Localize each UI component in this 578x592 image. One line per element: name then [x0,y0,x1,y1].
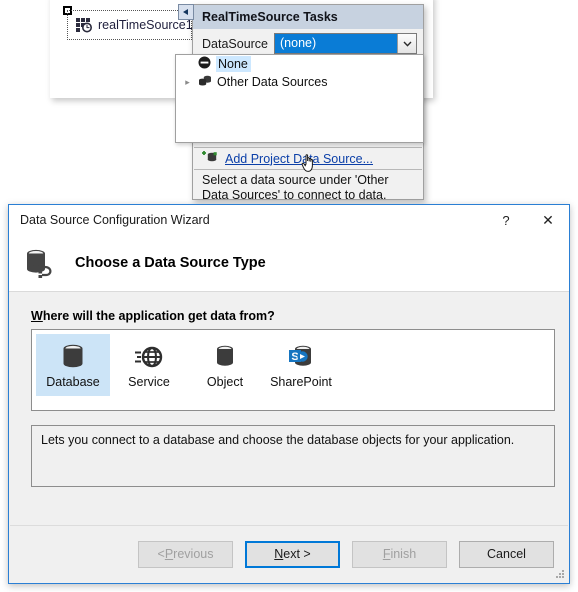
next-button-label: ext > [283,547,311,561]
data-sources-icon [198,74,212,90]
help-button[interactable]: ? [485,206,527,235]
data-source-type-list[interactable]: Database Service Object S SharePoint [31,329,555,411]
smart-tag-panel-title: RealTimeSource Tasks [193,5,423,29]
previous-button[interactable]: < Previous [138,540,233,568]
prompt-accelerator: W [31,309,43,323]
finish-button[interactable]: Finish [352,540,447,568]
smart-tag-arrow-icon[interactable] [178,4,194,20]
database-icon [56,339,90,375]
chevron-down-icon[interactable] [397,34,416,53]
none-circle-icon [198,56,211,72]
datasource-label: DataSource [202,36,269,51]
add-project-data-source-link[interactable]: Add Project Data Source... [225,152,373,166]
prompt-label: Where will the application get data from… [31,309,555,323]
add-data-source-icon [202,150,218,167]
sharepoint-icon: S [284,339,318,375]
dropdown-item-other-data-sources-label: Other Data Sources [217,75,328,89]
component-tray-item-label: realTimeSource1 [98,18,193,32]
previous-button-label: revious [173,547,214,561]
dropdown-item-none[interactable]: None [176,55,423,73]
realtime-source-icon [76,17,92,33]
data-source-type-sharepoint[interactable]: S SharePoint [264,334,338,396]
data-source-type-description: Lets you connect to a database and choos… [31,425,555,487]
resize-grip-icon[interactable] [554,568,566,580]
close-icon[interactable]: ✕ [527,206,569,235]
previous-button-pre: < [157,547,165,561]
finish-button-label: inish [390,547,417,561]
wizard-body: Where will the application get data from… [9,293,569,525]
database-connection-icon [21,243,59,284]
wizard-title: Data Source Configuration Wizard [20,213,210,227]
datasource-combobox[interactable]: (none) [274,33,417,54]
data-source-type-service-label: Service [128,375,170,389]
previous-button-accel: P [164,547,174,561]
dropdown-item-other-data-sources[interactable]: ▸ Other Data Sources [176,73,423,91]
data-source-type-object-label: Object [206,375,244,389]
data-source-type-service[interactable]: Service [112,334,186,396]
cancel-button[interactable]: Cancel [459,540,554,568]
prompt-text: here will the application get data from? [42,309,275,323]
wizard-header-title: Choose a Data Source Type [75,255,266,271]
data-source-type-object[interactable]: Object [188,334,262,396]
service-globe-icon [132,339,166,375]
datasource-dropdown-list[interactable]: None ▸ Other Data Sources [175,54,424,143]
next-button[interactable]: Next > [245,540,340,568]
smart-tag-help-text: Select a data source under 'Other Data S… [194,169,422,202]
object-cylinder-icon [208,339,242,375]
finish-button-accel: F [382,547,391,561]
wizard-header: Choose a Data Source Type [9,235,569,292]
data-source-type-sharepoint-label: SharePoint [270,375,332,389]
wizard-footer: < Previous Next > Finish Cancel [10,525,568,582]
data-source-type-database-label: Database [46,375,100,389]
add-project-data-source-row[interactable]: Add Project Data Source... [194,147,422,169]
data-source-configuration-wizard-dialog: Data Source Configuration Wizard ? ✕ Cho… [8,204,570,584]
chevron-right-icon[interactable]: ▸ [182,77,193,88]
datasource-row: DataSource (none) [193,29,423,54]
dropdown-item-none-label: None [216,56,251,72]
component-tray-item-realtimesource1[interactable]: realTimeSource1 [67,10,193,40]
data-source-type-database[interactable]: Database [36,334,110,396]
next-button-accel: N [274,547,284,561]
wizard-titlebar[interactable]: Data Source Configuration Wizard ? ✕ [9,205,569,235]
datasource-combobox-value: (none) [275,34,397,53]
